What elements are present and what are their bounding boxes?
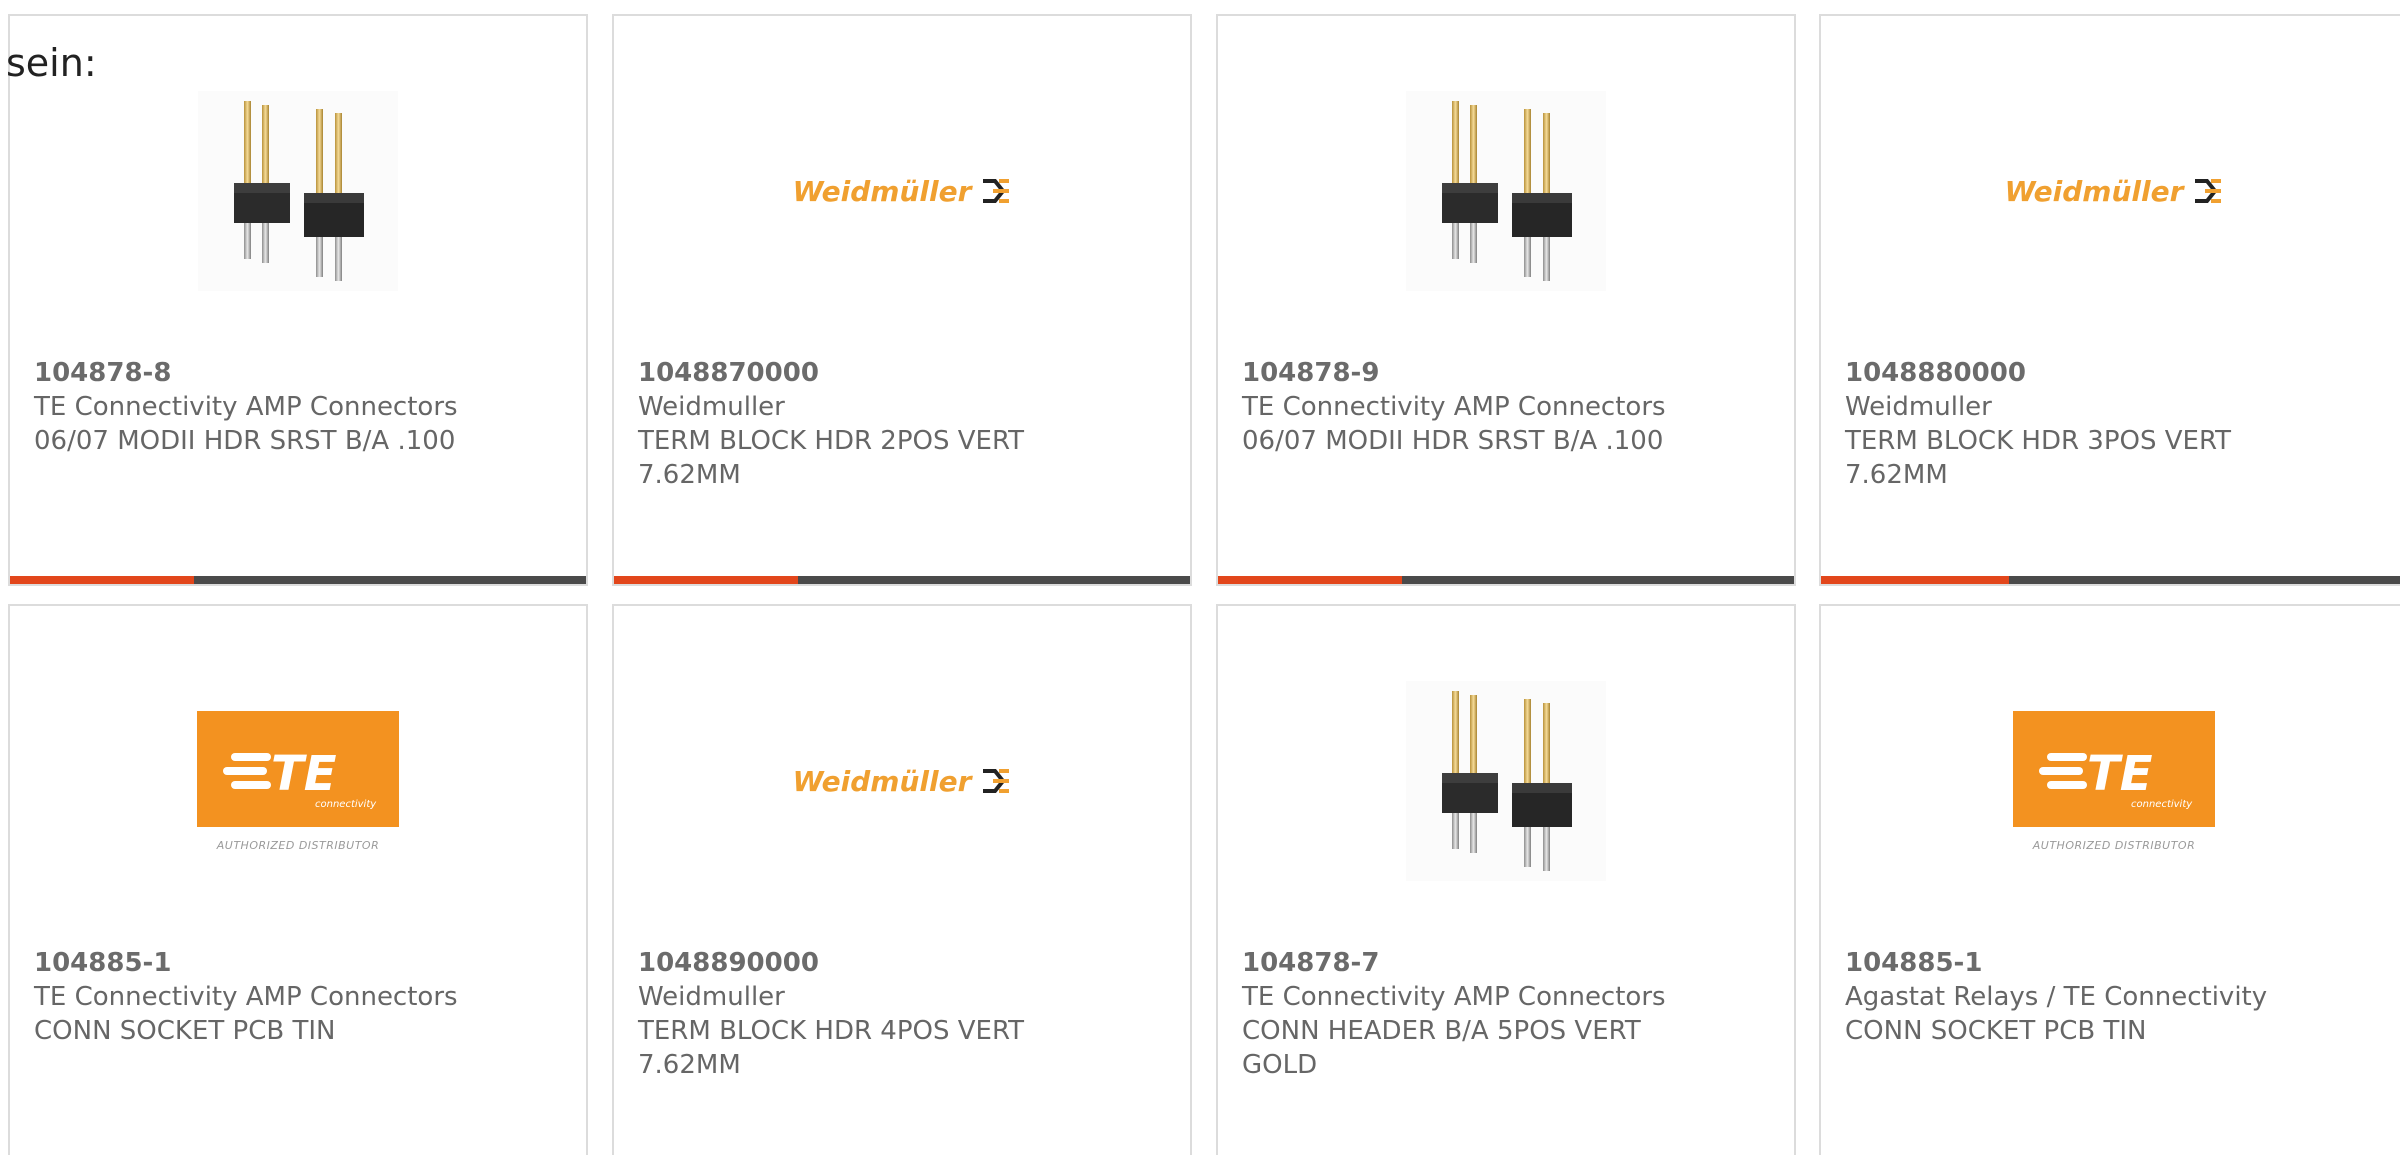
pin-header-icon [1406,91,1606,291]
product-card[interactable]: Weidmüller 1048880000 Weidmuller TERM BL… [1819,14,2400,586]
te-logo-subtitle: AUTHORIZED DISTRIBUTOR [216,838,380,852]
intro-text: sein: [6,41,97,85]
weidmuller-logo-text: Weidmüller [2004,174,2184,208]
part-number[interactable]: 104878-8 [34,356,562,390]
product-info: 1048890000 Weidmuller TERM BLOCK HDR 4PO… [638,946,1166,1082]
weidmuller-logo: Weidmüller [793,175,1012,208]
description-cont: 7.62MM [1845,460,1948,490]
product-card[interactable]: Weidmüller 1048890000 Weidmuller TERM BL… [612,604,1192,1155]
product-image[interactable] [1218,666,1794,896]
product-card[interactable]: 104878-7 TE Connectivity AMP Connectors … [1216,604,1796,1155]
description-cont: 7.62MM [638,460,741,490]
part-number[interactable]: 104878-7 [1242,946,1770,980]
product-image[interactable] [1218,76,1794,306]
description: 06/07 MODII HDR SRST B/A .100 [1242,426,1664,456]
product-image[interactable]: Weidmüller [614,666,1190,896]
weidmuller-logo: Weidmüller [793,765,1012,798]
product-info: 104878-7 TE Connectivity AMP Connectors … [1242,946,1770,1082]
manufacturer: Weidmuller [1845,392,1992,422]
part-number[interactable]: 1048890000 [638,946,1166,980]
part-number[interactable]: 1048880000 [1845,356,2383,390]
product-card[interactable]: TE connectivity AUTHORIZED DISTRIBUTOR 1… [8,604,588,1155]
pin-header-icon [1406,681,1606,881]
manufacturer: Weidmuller [638,392,785,422]
te-mark-icon: TE connectivity [2039,746,2193,810]
pin-header-icon [198,91,398,291]
te-logo: TE connectivity AUTHORIZED DISTRIBUTOR [2013,710,2215,852]
manufacturer: Weidmuller [638,982,785,1012]
card-progress-fill [614,576,799,584]
description: TERM BLOCK HDR 3POS VERT [1845,426,2232,456]
product-image[interactable]: Weidmüller [614,76,1190,306]
product-card[interactable]: 104878-8 TE Connectivity AMP Connectors … [8,14,588,586]
part-number[interactable]: 1048870000 [638,356,1166,390]
card-progress-bar [10,576,586,584]
te-logo-letters: TE [271,746,337,802]
part-number[interactable]: 104878-9 [1242,356,1770,390]
product-image[interactable]: TE connectivity AUTHORIZED DISTRIBUTOR [1821,666,2400,896]
product-card[interactable]: TE connectivity AUTHORIZED DISTRIBUTOR 1… [1819,604,2400,1155]
description: TERM BLOCK HDR 4POS VERT [638,1016,1025,1046]
part-number[interactable]: 104885-1 [1845,946,2383,980]
te-logo-letters: TE [2087,746,2153,802]
product-info: 104878-9 TE Connectivity AMP Connectors … [1242,356,1770,458]
product-image[interactable]: Weidmüller [1821,76,2400,306]
product-image[interactable] [10,76,586,306]
card-progress-fill [10,576,195,584]
part-number[interactable]: 104885-1 [34,946,562,980]
card-progress-bar [1218,576,1794,584]
description: CONN SOCKET PCB TIN [34,1016,336,1046]
description: 06/07 MODII HDR SRST B/A .100 [34,426,456,456]
description-cont: 7.62MM [638,1050,741,1080]
description: CONN HEADER B/A 5POS VERT [1242,1016,1641,1046]
weidmuller-logo: Weidmüller [2005,175,2224,208]
manufacturer: Agastat Relays / TE Connectivity [1845,982,2268,1012]
card-progress-fill [1218,576,1403,584]
product-grid-page: sein: 104878-8 TE Connectivity AMP Conne… [0,0,2400,1155]
te-logo: TE connectivity AUTHORIZED DISTRIBUTOR [197,710,399,852]
card-progress-fill [1821,576,2009,584]
product-info: 1048870000 Weidmuller TERM BLOCK HDR 2PO… [638,356,1166,492]
card-progress-bar [614,576,1190,584]
te-logo-subtitle: AUTHORIZED DISTRIBUTOR [2032,838,2196,852]
weidmuller-mark-icon [983,769,1010,793]
product-info: 104885-1 TE Connectivity AMP Connectors … [34,946,562,1048]
weidmuller-mark-icon [2195,179,2222,203]
product-card[interactable]: 104878-9 TE Connectivity AMP Connectors … [1216,14,1796,586]
manufacturer: TE Connectivity AMP Connectors [1242,982,1666,1012]
description-cont: GOLD [1242,1050,1318,1080]
description: TERM BLOCK HDR 2POS VERT [638,426,1025,456]
product-info: 104885-1 Agastat Relays / TE Connectivit… [1845,946,2383,1048]
product-info: 104878-8 TE Connectivity AMP Connectors … [34,356,562,458]
product-card[interactable]: Weidmüller 1048870000 Weidmuller TERM BL… [612,14,1192,586]
te-logo-tagline: connectivity [315,799,377,810]
weidmuller-logo-text: Weidmüller [792,174,972,208]
te-mark-icon: TE connectivity [223,746,377,810]
card-progress-bar [1821,576,2400,584]
weidmuller-logo-text: Weidmüller [792,764,972,798]
manufacturer: TE Connectivity AMP Connectors [34,392,458,422]
weidmuller-mark-icon [983,179,1010,203]
product-image[interactable]: TE connectivity AUTHORIZED DISTRIBUTOR [10,666,586,896]
description: CONN SOCKET PCB TIN [1845,1016,2147,1046]
manufacturer: TE Connectivity AMP Connectors [34,982,458,1012]
manufacturer: TE Connectivity AMP Connectors [1242,392,1666,422]
te-logo-tagline: connectivity [2131,799,2193,810]
product-info: 1048880000 Weidmuller TERM BLOCK HDR 3PO… [1845,356,2383,492]
